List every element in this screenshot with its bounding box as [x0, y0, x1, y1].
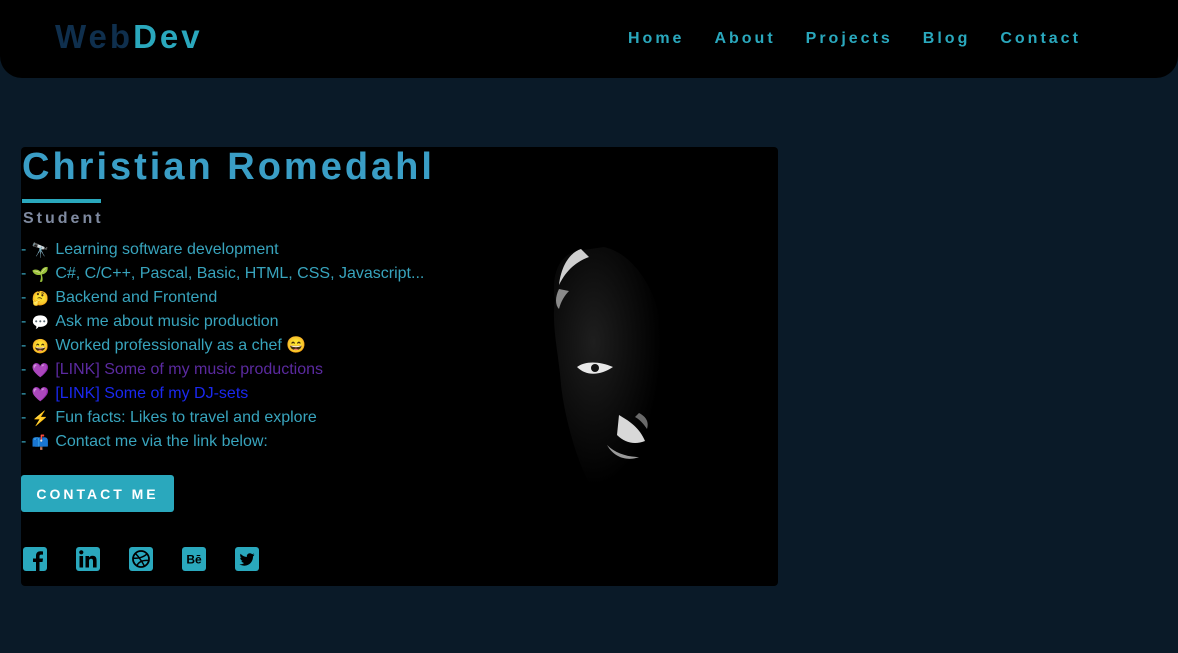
- svg-text:Bē: Bē: [186, 553, 202, 567]
- logo[interactable]: WebDev: [55, 17, 203, 57]
- fact-item: - 😄 Worked professionally as a chef 😄: [21, 337, 307, 354]
- music-productions-link[interactable]: [LINK] Some of my music productions: [55, 360, 323, 380]
- profile-card: Christian Romedahl Student - 🔭 Learning so…: [21, 147, 778, 586]
- logo-web: Web: [55, 18, 134, 55]
- title-underline: [22, 199, 101, 203]
- facebook-icon[interactable]: [23, 547, 47, 571]
- fact-item: - 📫 Contact me via the link below:: [21, 433, 268, 450]
- nav-projects[interactable]: Projects: [806, 29, 893, 49]
- linkedin-icon[interactable]: [76, 547, 100, 571]
- telescope-icon: 🔭: [31, 242, 50, 258]
- grinning-face-icon: 😄: [31, 338, 50, 354]
- fact-item: - 💬 Ask me about music production: [21, 313, 279, 330]
- contact-me-button[interactable]: CONTACT ME: [21, 475, 174, 512]
- main-nav: Home About Projects Blog Contact: [628, 29, 1111, 49]
- twitter-icon[interactable]: [235, 547, 259, 571]
- fact-item: - 🤔 Backend and Frontend: [21, 289, 218, 306]
- profile-photo: [553, 247, 668, 485]
- seedling-icon: 🌱: [31, 266, 50, 282]
- mailbox-icon: 📫: [31, 434, 50, 450]
- nav-home[interactable]: Home: [628, 29, 684, 49]
- facts-list: - 🔭 Learning software development - 🌱 C#, C/…: [21, 240, 424, 456]
- purple-heart-icon: 💜: [31, 386, 50, 402]
- dribbble-icon[interactable]: [129, 547, 153, 571]
- profile-name: Christian Romedahl: [22, 147, 435, 188]
- fact-item: - 🌱 C#, C/C++, Pascal, Basic, HTML, CSS, J…: [21, 265, 425, 282]
- behance-icon[interactable]: Bē: [182, 547, 206, 571]
- social-links: Bē: [23, 547, 259, 571]
- fact-item: - ⚡ Fun facts: Likes to travel and explore: [21, 409, 317, 426]
- fact-item-dj-link[interactable]: - 💜 [LINK] Some of my DJ-sets: [21, 384, 424, 408]
- fact-item-music-link[interactable]: - 💜 [LINK] Some of my music productions: [21, 360, 424, 384]
- nav-about[interactable]: About: [714, 29, 775, 49]
- navbar: WebDev Home About Projects Blog Contact: [0, 0, 1178, 78]
- thinking-face-icon: 🤔: [31, 290, 50, 306]
- purple-heart-icon: 💜: [31, 362, 50, 378]
- nav-blog[interactable]: Blog: [923, 29, 971, 49]
- dj-sets-link[interactable]: [LINK] Some of my DJ-sets: [55, 384, 248, 404]
- nav-contact[interactable]: Contact: [1000, 29, 1081, 49]
- fact-item: - 🔭 Learning software development: [21, 241, 279, 258]
- lightning-icon: ⚡: [31, 410, 50, 426]
- speech-bubble-icon: 💬: [31, 314, 50, 330]
- logo-dev: Dev: [133, 18, 203, 55]
- profile-role: Student: [23, 210, 104, 227]
